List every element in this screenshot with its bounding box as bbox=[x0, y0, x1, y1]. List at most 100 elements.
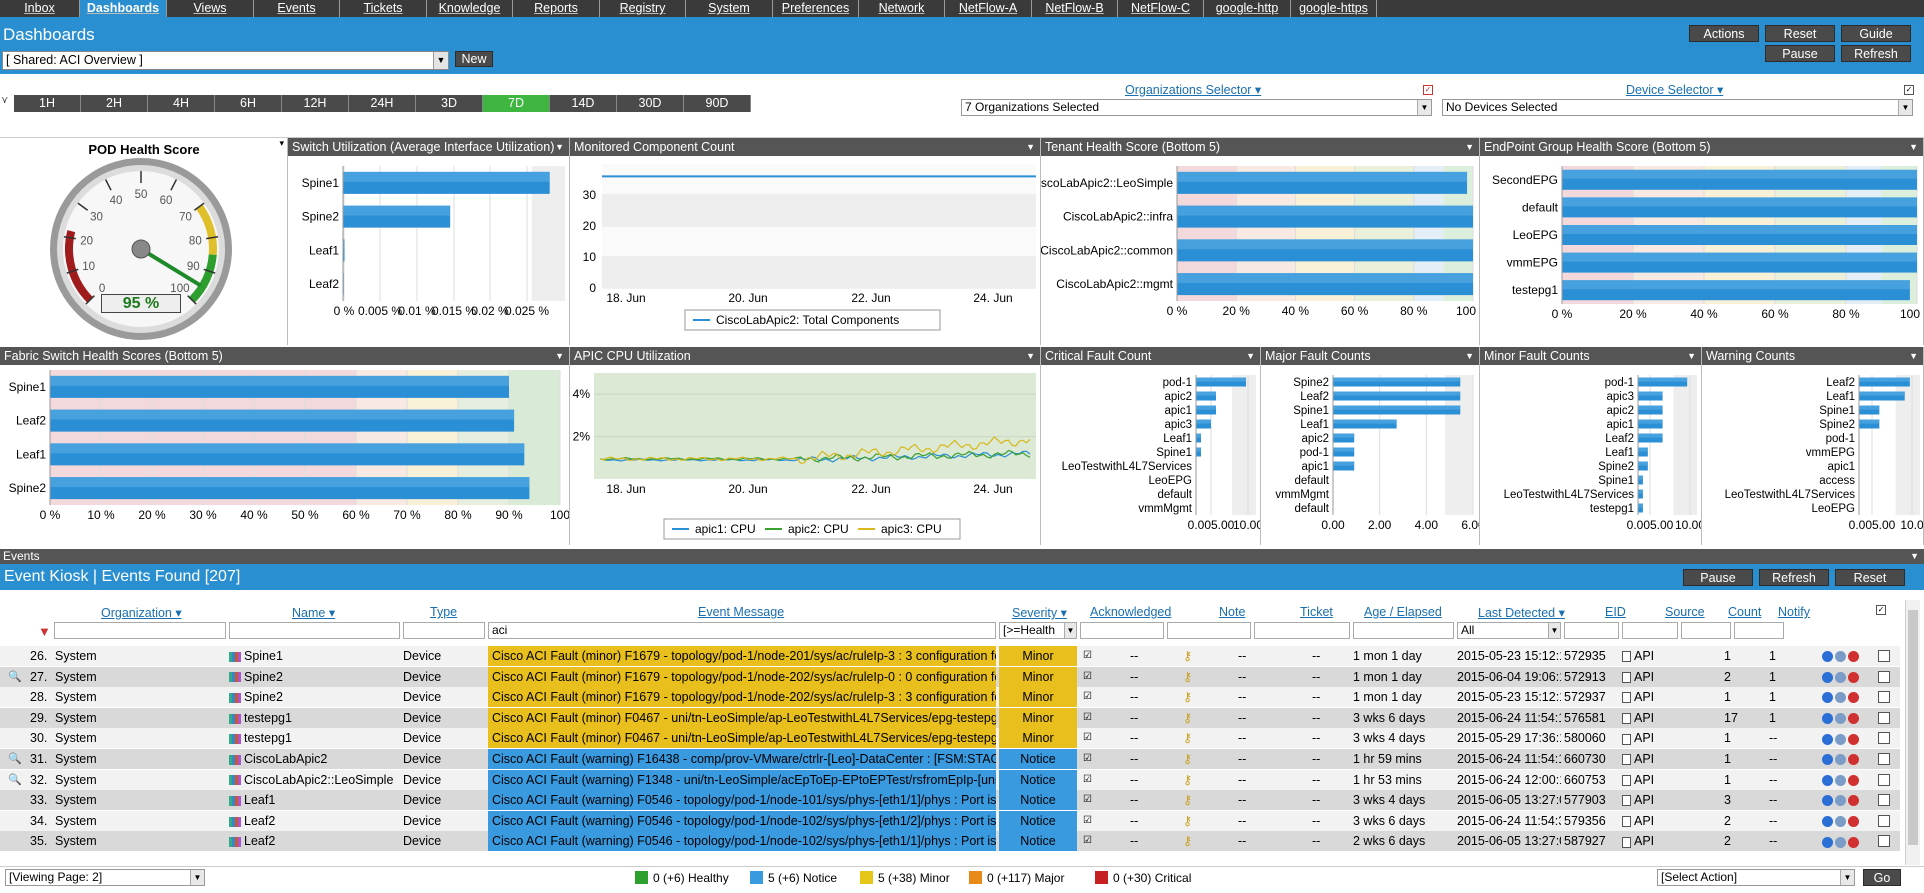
checkbox-icon[interactable]: ✓ bbox=[1423, 85, 1433, 95]
info-icon[interactable] bbox=[1822, 754, 1833, 766]
acknowledged-checkbox-icon[interactable]: ☑ bbox=[1083, 770, 1095, 790]
mail-icon[interactable] bbox=[1835, 774, 1846, 786]
row-checkbox[interactable] bbox=[1878, 794, 1890, 807]
filter-input-1[interactable] bbox=[229, 622, 400, 639]
column-header-type[interactable]: Type bbox=[430, 605, 457, 619]
time-range-6h[interactable]: 6H bbox=[215, 95, 282, 112]
filter-input-3[interactable]: aci bbox=[488, 622, 996, 639]
mail-icon[interactable] bbox=[1835, 733, 1846, 745]
cell-message[interactable]: Cisco ACI Fault (warning) F0546 - topolo… bbox=[488, 790, 996, 811]
column-header-eid[interactable]: EID bbox=[1605, 605, 1626, 619]
filter-input-2[interactable] bbox=[403, 622, 485, 639]
guide-button[interactable]: Guide bbox=[1841, 25, 1911, 42]
lifebuoy-icon[interactable] bbox=[1848, 754, 1859, 766]
actions-button[interactable]: Actions bbox=[1689, 25, 1759, 42]
filter-input-7[interactable] bbox=[1254, 622, 1350, 639]
filter-input-10[interactable] bbox=[1564, 622, 1619, 639]
scrollbar-thumb[interactable] bbox=[1908, 610, 1918, 845]
time-range-2h[interactable]: 2H bbox=[81, 95, 148, 112]
column-header-note[interactable]: Note bbox=[1219, 605, 1245, 619]
tab-knowledge[interactable]: Knowledge bbox=[427, 0, 513, 17]
column-header-acknowledged[interactable]: Acknowledged bbox=[1090, 605, 1171, 619]
cell-name[interactable]: Spine1 bbox=[229, 646, 399, 666]
row-checkbox[interactable] bbox=[1878, 753, 1890, 765]
acknowledged-checkbox-icon[interactable]: ☑ bbox=[1083, 831, 1095, 851]
tab-netflow-b[interactable]: NetFlow-B bbox=[1032, 0, 1118, 17]
refresh-button[interactable]: Refresh bbox=[1841, 45, 1911, 62]
note-key-icon[interactable]: ⚷ bbox=[1183, 790, 1197, 810]
mail-icon[interactable] bbox=[1835, 713, 1846, 724]
cell-name[interactable]: Leaf2 bbox=[229, 831, 399, 851]
cell-message[interactable]: Cisco ACI Fault (minor) F1679 - topology… bbox=[488, 646, 996, 666]
acknowledged-checkbox-icon[interactable]: ☑ bbox=[1083, 667, 1095, 687]
filter-input-11[interactable] bbox=[1622, 622, 1678, 639]
mail-icon[interactable] bbox=[1835, 671, 1846, 683]
cell-message[interactable]: Cisco ACI Fault (minor) F0467 - uni/tn-L… bbox=[488, 707, 996, 728]
note-key-icon[interactable]: ⚷ bbox=[1183, 646, 1197, 666]
filter-input-8[interactable] bbox=[1353, 622, 1454, 639]
row-checkbox[interactable] bbox=[1878, 835, 1890, 848]
time-range-7d[interactable]: 7D bbox=[483, 95, 550, 112]
acknowledged-checkbox-icon[interactable]: ☑ bbox=[1083, 708, 1095, 728]
cell-name[interactable]: CiscoLabApic2 bbox=[229, 749, 399, 769]
lifebuoy-icon[interactable] bbox=[1848, 795, 1859, 807]
device-selector-link[interactable]: Device Selector ▾ bbox=[1626, 82, 1723, 97]
tab-registry[interactable]: Registry bbox=[600, 0, 686, 17]
acknowledged-checkbox-icon[interactable]: ☑ bbox=[1083, 790, 1095, 810]
chevron-down-icon[interactable]: ▼ bbox=[1465, 138, 1474, 156]
note-key-icon[interactable]: ⚷ bbox=[1183, 749, 1197, 769]
time-range-1h[interactable]: 1H bbox=[14, 95, 81, 112]
events-reset-button[interactable]: Reset bbox=[1835, 569, 1905, 586]
mail-icon[interactable] bbox=[1835, 836, 1846, 848]
dashboard-select[interactable]: [ Shared: ACI Overview ] ▼ bbox=[2, 51, 449, 70]
lifebuoy-icon[interactable] bbox=[1848, 692, 1859, 704]
filter-input-0[interactable] bbox=[54, 622, 226, 639]
row-checkbox[interactable] bbox=[1878, 732, 1890, 745]
cell-message[interactable]: Cisco ACI Fault (minor) F1679 - topology… bbox=[488, 666, 996, 687]
table-row[interactable]: 26. System Spine1 Device Cisco ACI Fault (mi… bbox=[0, 646, 1900, 666]
filter-icon[interactable]: ▼ bbox=[38, 624, 51, 639]
cell-message[interactable]: Cisco ACI Fault (warning) F0546 - topolo… bbox=[488, 831, 996, 852]
cell-name[interactable]: testepg1 bbox=[229, 708, 399, 728]
cell-name[interactable]: Spine2 bbox=[229, 687, 399, 707]
note-key-icon[interactable]: ⚷ bbox=[1183, 728, 1197, 748]
info-icon[interactable] bbox=[1822, 671, 1833, 683]
row-checkbox[interactable] bbox=[1878, 691, 1890, 704]
lifebuoy-icon[interactable] bbox=[1848, 836, 1859, 848]
chevron-down-icon[interactable]: ▼ bbox=[1246, 347, 1255, 365]
cell-name[interactable]: Leaf2 bbox=[229, 811, 399, 831]
info-icon[interactable] bbox=[1822, 816, 1833, 827]
info-icon[interactable] bbox=[1822, 836, 1833, 848]
row-checkbox[interactable] bbox=[1878, 670, 1890, 683]
column-header-severity[interactable]: Severity ▾ bbox=[1012, 605, 1067, 620]
organizations-select[interactable]: 7 Organizations Selected ▼ bbox=[961, 99, 1432, 116]
select-action[interactable]: [Select Action] ▼ bbox=[1657, 869, 1855, 886]
time-range-90d[interactable]: 90D bbox=[684, 95, 751, 112]
mail-icon[interactable] bbox=[1835, 754, 1846, 766]
mail-icon[interactable] bbox=[1835, 795, 1846, 807]
column-header-notify[interactable]: Notify bbox=[1778, 605, 1810, 619]
info-icon[interactable] bbox=[1822, 795, 1833, 807]
table-row[interactable]: 29. System testepg1 Device Cisco ACI Fault (… bbox=[0, 707, 1900, 728]
column-header-count[interactable]: Count bbox=[1728, 605, 1761, 619]
viewing-page-select[interactable]: [Viewing Page: 2] ▼ bbox=[5, 869, 205, 886]
select-all-checkbox[interactable]: ✓ bbox=[1876, 605, 1886, 615]
mail-icon[interactable] bbox=[1835, 692, 1846, 704]
acknowledged-checkbox-icon[interactable]: ☑ bbox=[1083, 749, 1095, 769]
chevron-down-icon[interactable]: ▼ bbox=[1910, 549, 1919, 564]
table-row[interactable]: 30. System testepg1 Device Cisco ACI Fault (… bbox=[0, 728, 1900, 749]
cell-name[interactable]: CiscoLabApic2::LeoSimple bbox=[229, 770, 399, 790]
info-icon[interactable] bbox=[1822, 651, 1833, 663]
cell-message[interactable]: Cisco ACI Fault (warning) F1348 - uni/tn… bbox=[488, 769, 996, 790]
time-range-12h[interactable]: 12H bbox=[282, 95, 349, 112]
lifebuoy-icon[interactable] bbox=[1848, 774, 1859, 786]
chevron-down-icon[interactable]: ▼ bbox=[1909, 138, 1918, 156]
column-header-organization[interactable]: Organization ▾ bbox=[101, 605, 182, 620]
column-header-source[interactable]: Source bbox=[1665, 605, 1705, 619]
table-row[interactable]: 🔍 27. System Spine2 Device Cisco ACI Fault (m… bbox=[0, 666, 1900, 687]
row-checkbox[interactable] bbox=[1878, 773, 1890, 786]
pause-button[interactable]: Pause bbox=[1765, 45, 1835, 62]
tab-views[interactable]: Views bbox=[167, 0, 254, 17]
note-key-icon[interactable]: ⚷ bbox=[1183, 708, 1197, 728]
cell-message[interactable]: Cisco ACI Fault (warning) F0546 - topolo… bbox=[488, 810, 996, 831]
